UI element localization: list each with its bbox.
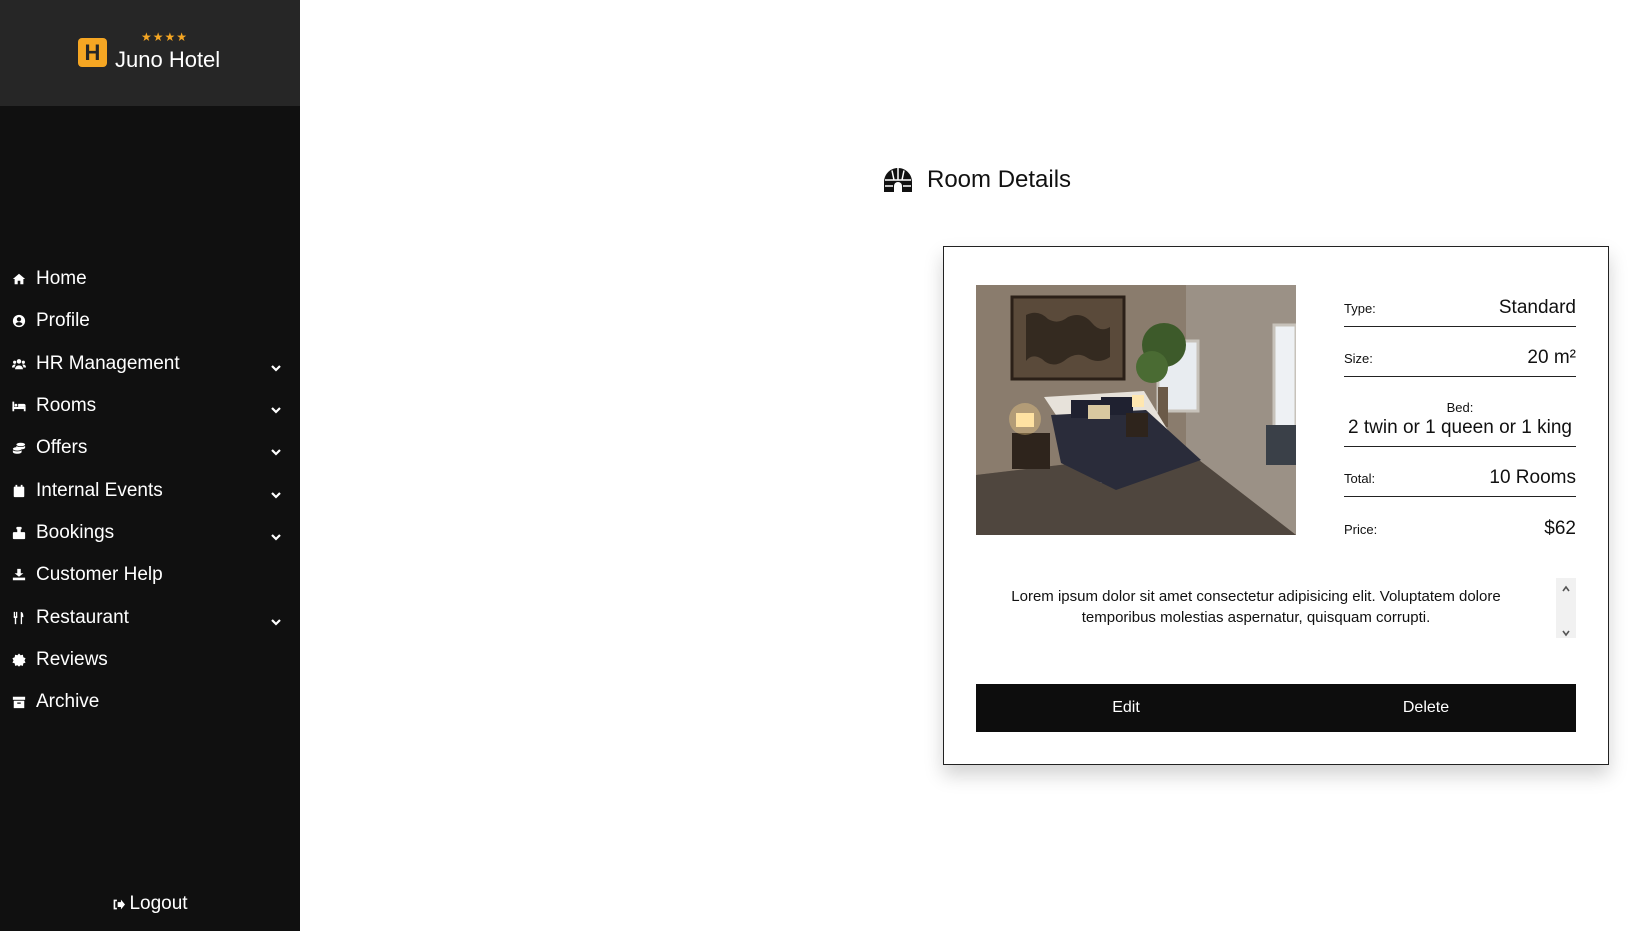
sidebar-item-label: Bookings bbox=[36, 521, 115, 543]
room-price-label: Price: bbox=[1344, 522, 1378, 537]
sidebar-item-label: Customer Help bbox=[36, 564, 163, 586]
sidebar-item-internal-events[interactable]: Internal Events bbox=[0, 469, 300, 511]
room-bed-row: Bed: 2 twin or 1 queen or 1 king bbox=[1344, 377, 1576, 447]
brand-header: H ★★★★ Juno Hotel bbox=[0, 0, 300, 106]
coins-icon bbox=[12, 441, 26, 455]
room-size-row: Size: 20 m² bbox=[1344, 327, 1576, 377]
room-price-row: Price: $62 bbox=[1344, 497, 1576, 547]
sidebar-item-archive[interactable]: Archive bbox=[0, 681, 300, 723]
sidebar-item-hr-management[interactable]: HR Management bbox=[0, 343, 300, 385]
room-type-row: Type: Standard bbox=[1344, 277, 1576, 327]
logout-icon bbox=[114, 899, 126, 909]
room-description[interactable]: Lorem ipsum dolor sit amet consectetur a… bbox=[996, 586, 1556, 642]
room-bed-label: Bed: bbox=[1446, 400, 1474, 415]
sidebar-item-label: Internal Events bbox=[36, 479, 163, 501]
scroll-down-icon[interactable] bbox=[1561, 625, 1571, 637]
edit-button[interactable]: Edit bbox=[976, 684, 1276, 732]
sidebar-item-restaurant[interactable]: Restaurant bbox=[0, 596, 300, 638]
sidebar-item-label: Rooms bbox=[36, 395, 97, 417]
room-total-label: Total: bbox=[1344, 471, 1376, 486]
chevron-down-icon bbox=[270, 358, 282, 372]
page-title-text: Room Details bbox=[927, 166, 1072, 193]
room-total-value: 10 Rooms bbox=[1489, 467, 1576, 488]
sidebar-item-label: Reviews bbox=[36, 648, 108, 670]
sidebar-nav: Home Profile HR Management Rooms Offers … bbox=[0, 258, 300, 723]
room-description-text: Lorem ipsum dolor sit amet consectetur a… bbox=[1011, 588, 1501, 626]
sidebar: H ★★★★ Juno Hotel Home Profile HR Manage… bbox=[0, 0, 300, 931]
sidebar-item-label: Home bbox=[36, 268, 87, 290]
calendar-icon bbox=[12, 484, 26, 498]
room-actions: Edit Delete bbox=[976, 684, 1576, 732]
room-size-label: Size: bbox=[1344, 351, 1373, 366]
sidebar-item-bookings[interactable]: Bookings bbox=[0, 512, 300, 554]
sidebar-item-rooms[interactable]: Rooms bbox=[0, 385, 300, 427]
star-rating: ★★★★ bbox=[141, 30, 189, 44]
scroll-up-icon[interactable] bbox=[1561, 581, 1571, 592]
users-icon bbox=[12, 357, 26, 371]
hotel-logo-icon: H bbox=[78, 38, 107, 67]
utensils-icon bbox=[12, 611, 26, 625]
sidebar-item-label: Offers bbox=[36, 437, 88, 459]
sidebar-item-profile[interactable]: Profile bbox=[0, 300, 300, 342]
badge-icon bbox=[12, 653, 26, 667]
archive-icon bbox=[12, 695, 26, 709]
room-details-card: Type: Standard Size: 20 m² Bed: 2 twin o… bbox=[943, 246, 1609, 765]
delete-button[interactable]: Delete bbox=[1276, 684, 1576, 732]
luggage-icon bbox=[12, 526, 26, 540]
sidebar-item-label: Restaurant bbox=[36, 606, 129, 628]
sidebar-item-label: Profile bbox=[36, 310, 90, 332]
sidebar-item-label: Archive bbox=[36, 691, 100, 713]
room-size-value: 20 m² bbox=[1527, 347, 1576, 368]
brand-name: Juno Hotel bbox=[115, 47, 221, 72]
sidebar-item-reviews[interactable]: Reviews bbox=[0, 639, 300, 681]
room-photo bbox=[976, 285, 1296, 535]
room-price-value: $62 bbox=[1544, 518, 1576, 539]
profile-icon bbox=[12, 314, 26, 328]
chevron-down-icon bbox=[270, 527, 282, 541]
room-type-value: Standard bbox=[1498, 297, 1576, 318]
home-icon bbox=[12, 272, 26, 286]
chevron-down-icon bbox=[270, 485, 282, 499]
igloo-icon bbox=[884, 168, 912, 192]
room-bed-value: 2 twin or 1 queen or 1 king bbox=[1348, 417, 1572, 438]
room-total-row: Total: 10 Rooms bbox=[1344, 447, 1576, 497]
sidebar-item-customer-help[interactable]: Customer Help bbox=[0, 554, 300, 596]
chevron-down-icon bbox=[270, 442, 282, 456]
room-details-list: Type: Standard Size: 20 m² Bed: 2 twin o… bbox=[1344, 277, 1576, 547]
chevron-down-icon bbox=[270, 400, 282, 414]
sidebar-item-label: HR Management bbox=[36, 352, 180, 374]
logout-label: Logout bbox=[129, 893, 188, 914]
bed-icon bbox=[12, 399, 26, 413]
room-type-label: Type: bbox=[1344, 301, 1376, 316]
page-title: Room Details bbox=[882, 166, 1071, 194]
description-scrollbar[interactable] bbox=[1556, 578, 1576, 638]
chevron-down-icon bbox=[270, 612, 282, 626]
sidebar-item-offers[interactable]: Offers bbox=[0, 427, 300, 469]
sidebar-item-home[interactable]: Home bbox=[0, 258, 300, 300]
main-content: Room Details Type: Standard Size: 20 m² … bbox=[300, 0, 1651, 931]
logout-button[interactable]: Logout bbox=[0, 893, 300, 915]
help-hand-icon bbox=[12, 568, 26, 582]
